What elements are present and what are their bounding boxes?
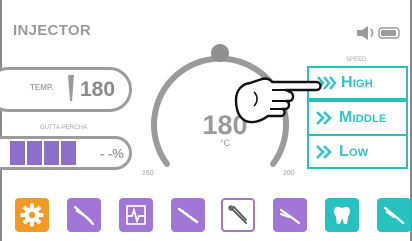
gutta-level-segment — [61, 141, 76, 165]
settings-button[interactable] — [15, 198, 49, 232]
page-title: INJECTOR — [13, 22, 91, 39]
gutta-percha-label: GUTTA-PERCHA — [40, 125, 87, 131]
gutta-level-segment — [27, 141, 42, 165]
frame-edge — [0, 0, 2, 241]
gutta-level-segment — [44, 141, 59, 165]
speaker-icon[interactable] — [355, 25, 401, 41]
dial-knob — [211, 44, 229, 62]
probe-tool-button[interactable] — [273, 198, 307, 232]
speed-label: SPEED — [346, 57, 367, 63]
speed-low-button[interactable]: Low — [307, 135, 408, 169]
pliers-tool-button[interactable] — [67, 198, 101, 232]
gutta-level-segment — [10, 141, 25, 165]
speed-low-label: Low — [339, 143, 369, 160]
temperature-label: TEMP. — [30, 83, 54, 92]
gutta-percha-level — [10, 141, 76, 165]
tooth-chart-icon — [126, 205, 146, 225]
speed-high-label: High — [341, 74, 373, 91]
gutta-percha-percent: - -% — [100, 146, 124, 161]
speed-middle-label: Middle — [339, 109, 387, 126]
pliers-icon — [73, 205, 95, 226]
instrument-toolbar — [11, 198, 411, 236]
probe-icon — [279, 208, 301, 225]
single-chevron-icon — [316, 145, 332, 159]
gear-icon — [20, 203, 44, 227]
scissors-icon — [228, 205, 247, 224]
tweezers-button[interactable] — [377, 198, 411, 232]
file-instrument-icon — [177, 207, 199, 224]
file-instrument-button[interactable] — [171, 198, 205, 232]
tooth-button[interactable] — [325, 198, 359, 232]
temperature-indicator-icon — [68, 75, 74, 101]
tweezers-icon — [383, 206, 405, 225]
temperature-value: 180 — [80, 78, 116, 101]
dial-min-label: 160 — [142, 170, 154, 177]
tooth-chart-button[interactable] — [119, 198, 153, 232]
dial-unit: °C — [219, 138, 231, 148]
tooth-icon — [334, 206, 350, 224]
scissors-tool-button[interactable] — [221, 198, 255, 232]
dial-max-label: 200 — [283, 170, 295, 177]
pointing-hand-icon — [234, 77, 322, 124]
